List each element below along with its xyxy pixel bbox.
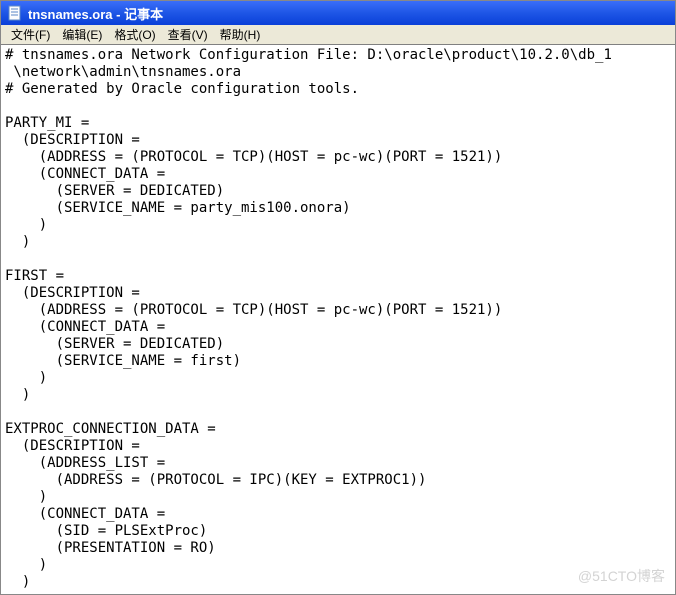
text-editor-content[interactable]: # tnsnames.ora Network Configuration Fil…: [1, 45, 675, 594]
menu-format[interactable]: 格式(O): [108, 24, 161, 45]
menu-file[interactable]: 文件(F): [5, 24, 56, 45]
menu-format-label: 格式(O): [114, 28, 155, 42]
menu-file-label: 文件(F): [11, 28, 50, 42]
menu-view-label: 查看(V): [168, 28, 208, 42]
menu-help-label: 帮助(H): [220, 28, 261, 42]
menu-view[interactable]: 查看(V): [162, 24, 214, 45]
title-bar[interactable]: tnsnames.ora - 记事本: [1, 1, 675, 25]
notepad-icon: [7, 5, 23, 21]
watermark-text: @51CTO博客: [578, 566, 665, 586]
menu-bar: 文件(F) 编辑(E) 格式(O) 查看(V) 帮助(H): [1, 25, 675, 45]
menu-edit-label: 编辑(E): [62, 28, 102, 42]
menu-help[interactable]: 帮助(H): [214, 24, 267, 45]
menu-edit[interactable]: 编辑(E): [56, 24, 108, 45]
window-title: tnsnames.ora - 记事本: [28, 4, 163, 23]
